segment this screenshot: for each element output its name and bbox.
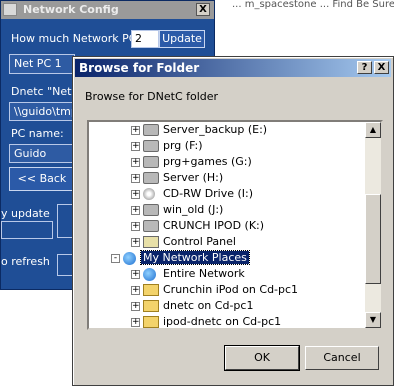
refresh-label: o refresh: [1, 255, 50, 268]
expand-icon[interactable]: +: [131, 174, 140, 183]
tree-item[interactable]: + dnetc on Cd-pc1: [89, 298, 367, 314]
help-button[interactable]: ?: [357, 61, 372, 74]
close-button[interactable]: X: [196, 3, 210, 16]
dnetc-path-field[interactable]: \\guido\tmp: [9, 102, 75, 121]
expand-icon[interactable]: +: [131, 270, 140, 279]
auto-update-label: y update: [1, 207, 50, 220]
tree-item[interactable]: + CD-RW Drive (I:): [89, 186, 367, 202]
update-button[interactable]: Update: [159, 30, 205, 48]
expand-icon[interactable]: +: [131, 222, 140, 231]
tree-item-label: Server (H:): [163, 171, 224, 184]
tree-item[interactable]: + win_old (J:): [89, 202, 367, 218]
expand-icon[interactable]: +: [131, 286, 140, 295]
network-config-titlebar[interactable]: Network Config X: [1, 1, 214, 19]
tree-item-label: CD-RW Drive (I:): [163, 187, 254, 200]
globe-icon: [143, 268, 156, 281]
expand-icon[interactable]: +: [131, 158, 140, 167]
tree-item[interactable]: + Server_backup (E:): [89, 122, 367, 138]
tree-item-label: prg (F:): [163, 139, 203, 152]
auto-update-field[interactable]: [1, 221, 53, 239]
tree-item-label: win_old (J:): [163, 203, 224, 216]
expand-icon[interactable]: +: [131, 126, 140, 135]
tree-item-label: Entire Network: [163, 267, 245, 280]
scroll-thumb[interactable]: [365, 194, 381, 284]
back-button[interactable]: << Back: [9, 167, 75, 191]
tree-item[interactable]: + CRUNCH IPOD (K:): [89, 218, 367, 234]
network-share-icon: [143, 284, 159, 296]
collapse-icon[interactable]: -: [111, 254, 120, 263]
pc-name-field[interactable]: Guido: [9, 144, 75, 163]
tree-item[interactable]: + prg (F:): [89, 138, 367, 154]
drive-icon: [143, 204, 159, 216]
expand-icon[interactable]: +: [131, 142, 140, 151]
tree-item-label: My Network Places: [140, 250, 250, 265]
close-button[interactable]: X: [374, 61, 389, 74]
network-config-title: Network Config: [23, 3, 119, 16]
dialog-titlebar[interactable]: Browse for Folder ? X: [75, 59, 391, 77]
pc-count-input[interactable]: 2: [131, 30, 159, 48]
tree-item-label: prg+games (G:): [163, 155, 252, 168]
expand-icon[interactable]: +: [131, 238, 140, 247]
drive-icon: [143, 220, 159, 232]
dialog-prompt: Browse for DNetC folder: [85, 90, 219, 103]
dnetc-label: Dnetc "Netw: [11, 85, 81, 98]
pc-select[interactable]: Net PC 1: [9, 54, 75, 74]
expand-icon[interactable]: +: [131, 206, 140, 215]
cancel-button[interactable]: Cancel: [305, 346, 379, 370]
pc-name-label: PC name:: [11, 127, 64, 140]
tree-item-label: ipod-dnetc on Cd-pc1: [163, 315, 282, 328]
network-share-icon: [143, 300, 159, 312]
tree-item-label: Crunchin iPod on Cd-pc1: [163, 283, 299, 296]
tree-item-label: Server_backup (E:): [163, 123, 268, 136]
network-share-icon: [143, 316, 159, 328]
drive-icon: [143, 172, 159, 184]
cd-drive-icon: [143, 188, 155, 200]
ok-button[interactable]: OK: [224, 345, 300, 371]
scroll-up-icon[interactable]: ▲: [365, 122, 381, 138]
expand-icon[interactable]: +: [131, 302, 140, 311]
tree-item[interactable]: - My Network Places: [89, 250, 367, 266]
expand-icon[interactable]: +: [131, 190, 140, 199]
tree-item[interactable]: + prg+games (G:): [89, 154, 367, 170]
vertical-scrollbar[interactable]: ▲ ▼: [365, 122, 381, 328]
pc-count-label: How much Network PC's:: [11, 32, 149, 45]
expand-icon[interactable]: +: [131, 318, 140, 327]
tree-item[interactable]: + Control Panel: [89, 234, 367, 250]
app-icon: [3, 3, 17, 16]
tree-item-label: Control Panel: [163, 235, 236, 248]
drive-icon: [143, 124, 159, 136]
tree-item[interactable]: + Crunchin iPod on Cd-pc1: [89, 282, 367, 298]
browse-for-folder-dialog: Browse for Folder ? X Browse for DNetC f…: [72, 56, 394, 386]
tree-item-label: dnetc on Cd-pc1: [163, 299, 254, 312]
tree-item[interactable]: + Entire Network: [89, 266, 367, 282]
tree-item[interactable]: + Server (H:): [89, 170, 367, 186]
scroll-down-icon[interactable]: ▼: [365, 312, 381, 328]
drive-icon: [143, 140, 159, 152]
drive-icon: [143, 156, 159, 168]
network-places-icon: [123, 252, 136, 265]
control-panel-icon: [143, 236, 159, 248]
background-window-text: ... m_spacestone ... Find Be Sure...: [232, 0, 394, 10]
dialog-title: Browse for Folder: [79, 61, 200, 75]
tree-item[interactable]: + ipod-dnetc on Cd-pc1: [89, 314, 367, 328]
folder-tree[interactable]: + Server_backup (E:) + prg (F:) + prg+games (…: [87, 120, 383, 330]
tree-item-label: CRUNCH IPOD (K:): [163, 219, 265, 232]
